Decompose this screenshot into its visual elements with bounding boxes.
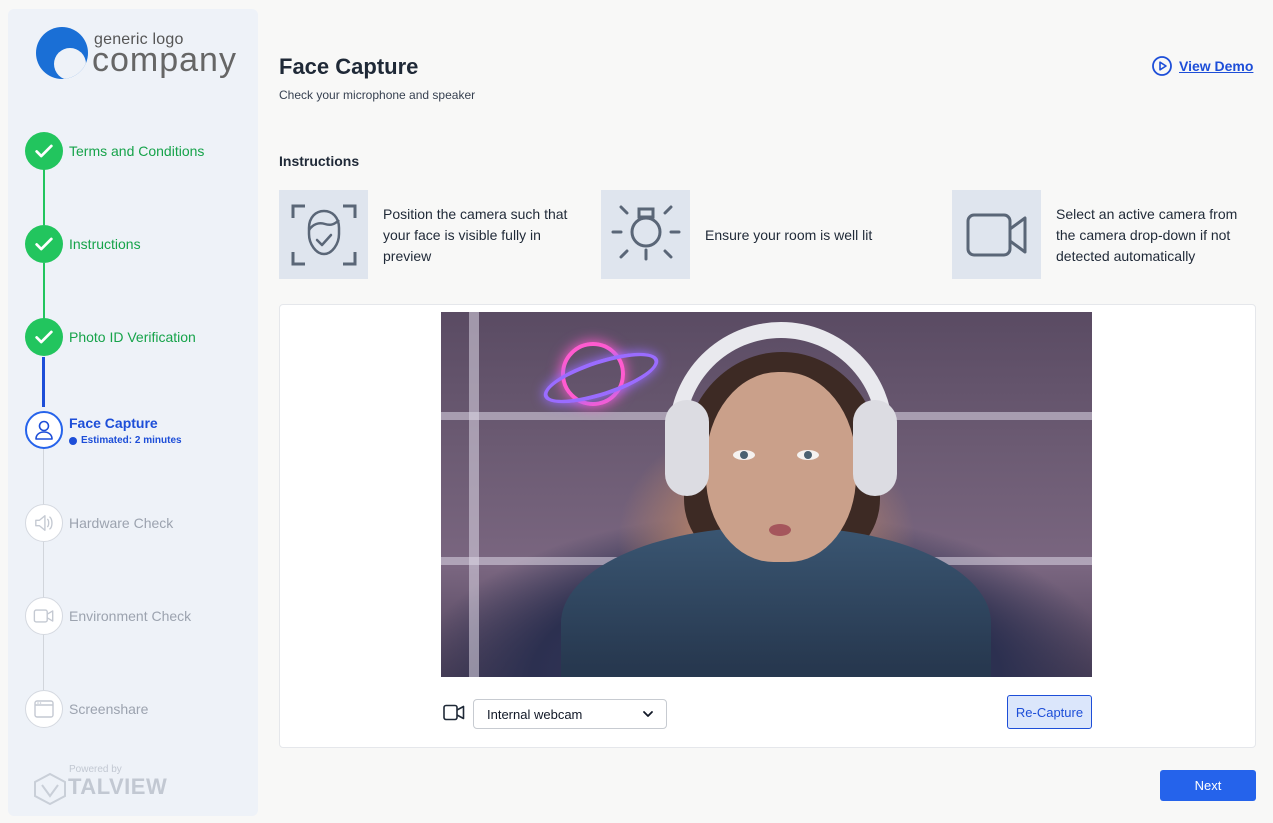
step-connector <box>43 634 44 690</box>
instruction-position-camera: Position the camera such that your face … <box>383 206 568 264</box>
check-icon <box>25 225 63 263</box>
step-label: Terms and Conditions <box>69 143 205 159</box>
person-mouth <box>769 524 791 536</box>
logo-mark <box>36 27 88 79</box>
step-label: Hardware Check <box>69 515 174 531</box>
step-connector <box>43 542 44 598</box>
step-label: Screenshare <box>69 701 149 717</box>
check-icon <box>25 132 63 170</box>
page-subtitle: Check your microphone and speaker <box>279 88 476 102</box>
step-label: Environment Check <box>69 608 192 624</box>
step-label: Instructions <box>69 236 141 252</box>
step-label: Photo ID Verification <box>69 329 196 345</box>
next-button[interactable]: Next <box>1160 770 1256 801</box>
check-icon <box>25 318 63 356</box>
view-demo-label: View Demo <box>1179 58 1254 74</box>
headphone-ear-left <box>665 400 709 496</box>
headphone-ear-right <box>853 400 897 496</box>
talview-logo-icon <box>34 772 66 806</box>
video-camera-icon <box>25 597 63 635</box>
powered-by-talview: Powered by TALVIEW <box>24 762 168 806</box>
step-connector <box>43 263 45 319</box>
step-connector <box>43 449 44 506</box>
camera-select[interactable]: Internal webcam <box>473 699 667 729</box>
step-face-capture[interactable]: Face Capture Estimated: 2 minutes <box>25 411 255 451</box>
step-connector <box>42 357 45 407</box>
step-environment-check: Environment Check <box>25 597 255 637</box>
view-demo-link[interactable]: View Demo <box>1151 55 1253 77</box>
recapture-button[interactable]: Re-Capture <box>1007 695 1092 729</box>
step-label: Face Capture <box>69 415 158 431</box>
light-bulb-icon <box>601 190 690 279</box>
camera-preview <box>441 312 1092 677</box>
browser-window-icon <box>25 690 63 728</box>
instructions-heading: Instructions <box>279 153 360 169</box>
camera-select-value: Internal webcam <box>487 706 583 722</box>
background-shelf <box>469 312 479 677</box>
clock-icon <box>69 436 77 445</box>
chevron-down-icon <box>643 711 653 717</box>
step-photo-id-verification[interactable]: Photo ID Verification <box>25 318 255 358</box>
speaker-icon <box>25 504 63 542</box>
step-connector <box>43 169 45 225</box>
estimated-time-text: Estimated: 2 minutes <box>81 435 182 446</box>
user-icon <box>25 411 63 449</box>
camera-icon <box>443 704 465 726</box>
step-terms-and-conditions[interactable]: Terms and Conditions <box>25 132 255 172</box>
video-camera-icon <box>952 190 1041 279</box>
play-circle-icon <box>1152 56 1172 76</box>
step-screenshare: Screenshare <box>25 690 255 730</box>
step-instructions[interactable]: Instructions <box>25 225 255 265</box>
talview-wordmark: TALVIEW <box>68 774 168 799</box>
logo-name: company <box>92 41 237 79</box>
instruction-room-lit: Ensure your room is well lit <box>705 227 873 243</box>
step-hardware-check: Hardware Check <box>25 504 255 544</box>
estimated-time: Estimated: 2 minutes <box>69 435 182 446</box>
page-title: Face Capture <box>279 54 419 79</box>
face-scan-icon <box>279 190 368 279</box>
instruction-select-camera: Select an active camera from the camera … <box>1056 206 1238 264</box>
company-logo: generic logo company <box>36 27 246 89</box>
